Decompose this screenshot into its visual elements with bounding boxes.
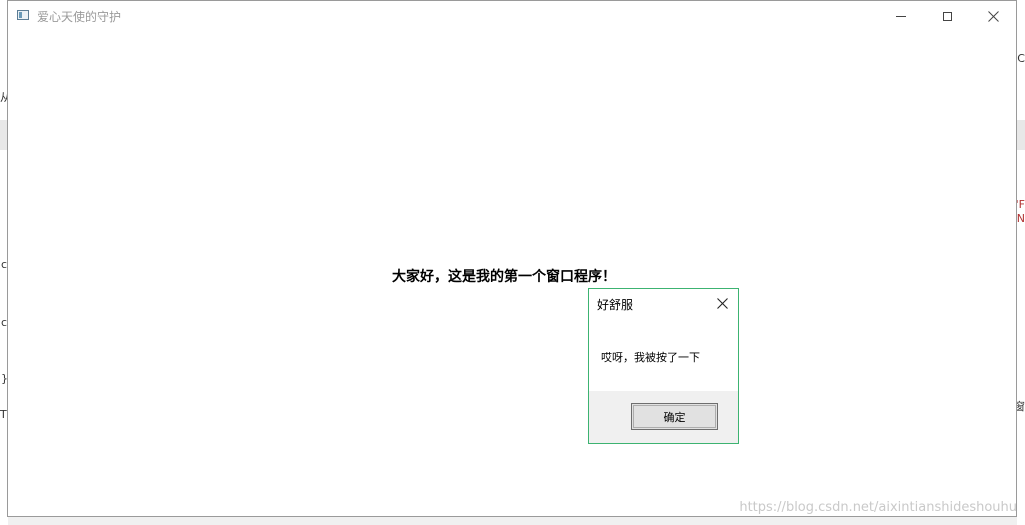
- dialog-message: 哎呀，我被按了一下: [601, 351, 700, 364]
- close-icon: [716, 297, 728, 309]
- ok-button[interactable]: 确定: [631, 403, 718, 430]
- dialog-title: 好舒服: [597, 298, 634, 312]
- message-dialog: 好舒服 哎呀，我被按了一下 确定: [588, 288, 739, 444]
- greeting-label: 大家好，这是我的第一个窗口程序！: [392, 269, 616, 285]
- window-title: 爱心天使的守护: [37, 10, 122, 24]
- background-toolbar-strip: [1017, 120, 1025, 150]
- app-icon: [17, 10, 29, 20]
- maximize-button[interactable]: [924, 1, 970, 31]
- background-text: T: [0, 408, 7, 421]
- dialog-footer: 确定: [589, 391, 738, 443]
- close-button[interactable]: [970, 1, 1016, 31]
- window-titlebar[interactable]: 爱心天使的守护: [8, 1, 1016, 31]
- close-icon: [987, 10, 999, 22]
- main-window: 爱心天使的守护 大家好，这是我的第一个窗口程序！: [7, 0, 1017, 517]
- maximize-icon: [942, 11, 952, 21]
- dialog-close-button[interactable]: [712, 293, 732, 313]
- watermark: https://blog.csdn.net/aixintianshideshou…: [739, 500, 1017, 515]
- background-right-panel: [1017, 0, 1025, 525]
- minimize-button[interactable]: [878, 1, 924, 31]
- minimize-icon: [896, 15, 906, 17]
- background-text: 'F: [1015, 198, 1025, 211]
